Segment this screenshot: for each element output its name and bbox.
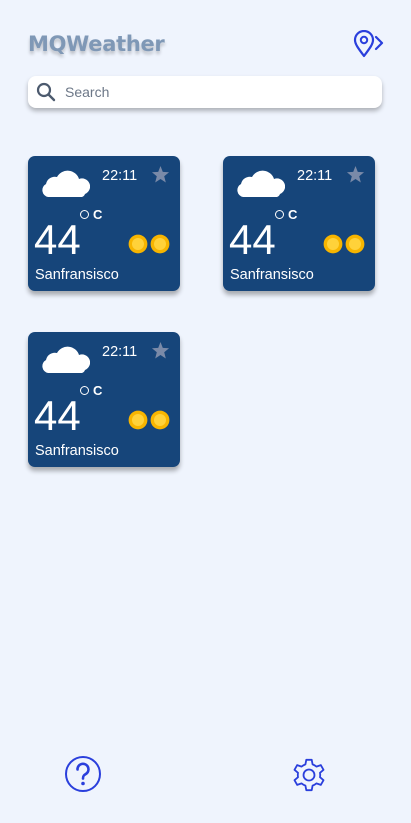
degree-unit: C — [275, 207, 297, 222]
unit-label: C — [93, 383, 103, 398]
app-title: MQWeather — [28, 32, 165, 56]
sun-icon — [345, 234, 365, 254]
city-name: Sanfransisco — [230, 267, 314, 283]
card-time: 22:11 — [297, 168, 333, 184]
degree-unit: C — [80, 383, 102, 398]
search-input[interactable] — [65, 76, 365, 108]
sun-icon — [323, 234, 343, 254]
city-name: Sanfransisco — [35, 443, 119, 459]
weather-card[interactable]: 22:11 C 44 Sanfransisco — [28, 332, 180, 467]
sun-icons — [323, 234, 365, 254]
settings-button[interactable] — [289, 755, 329, 795]
cloud-icon — [42, 170, 90, 197]
unit-label: C — [288, 207, 298, 222]
temperature-value: 44 — [229, 216, 276, 263]
degree-icon — [80, 210, 89, 219]
card-time: 22:11 — [102, 168, 138, 184]
card-time: 22:11 — [102, 344, 138, 360]
cloud-icon — [237, 170, 285, 197]
star-icon[interactable] — [151, 165, 170, 184]
search-bar[interactable] — [28, 76, 382, 108]
unit-label: C — [93, 207, 103, 222]
gear-icon — [293, 758, 325, 792]
weather-card[interactable]: 22:11 C 44 Sanfransisco — [223, 156, 375, 291]
city-name: Sanfransisco — [35, 267, 119, 283]
sun-icon — [128, 234, 148, 254]
question-circle-icon — [65, 756, 101, 792]
sun-icons — [128, 234, 170, 254]
location-button[interactable] — [352, 29, 386, 60]
location-pin-arrow-icon — [353, 29, 384, 58]
temperature-value: 44 — [34, 392, 81, 439]
search-icon — [36, 82, 56, 102]
help-button[interactable] — [64, 755, 102, 793]
sun-icon — [150, 410, 170, 430]
degree-icon — [80, 386, 89, 395]
degree-unit: C — [80, 207, 102, 222]
star-icon[interactable] — [151, 341, 170, 360]
temperature-value: 44 — [34, 216, 81, 263]
cloud-icon — [42, 346, 90, 373]
sun-icon — [128, 410, 148, 430]
star-icon[interactable] — [346, 165, 365, 184]
degree-icon — [275, 210, 284, 219]
weather-card[interactable]: 22:11 C 44 Sanfransisco — [28, 156, 180, 291]
sun-icons — [128, 410, 170, 430]
sun-icon — [150, 234, 170, 254]
